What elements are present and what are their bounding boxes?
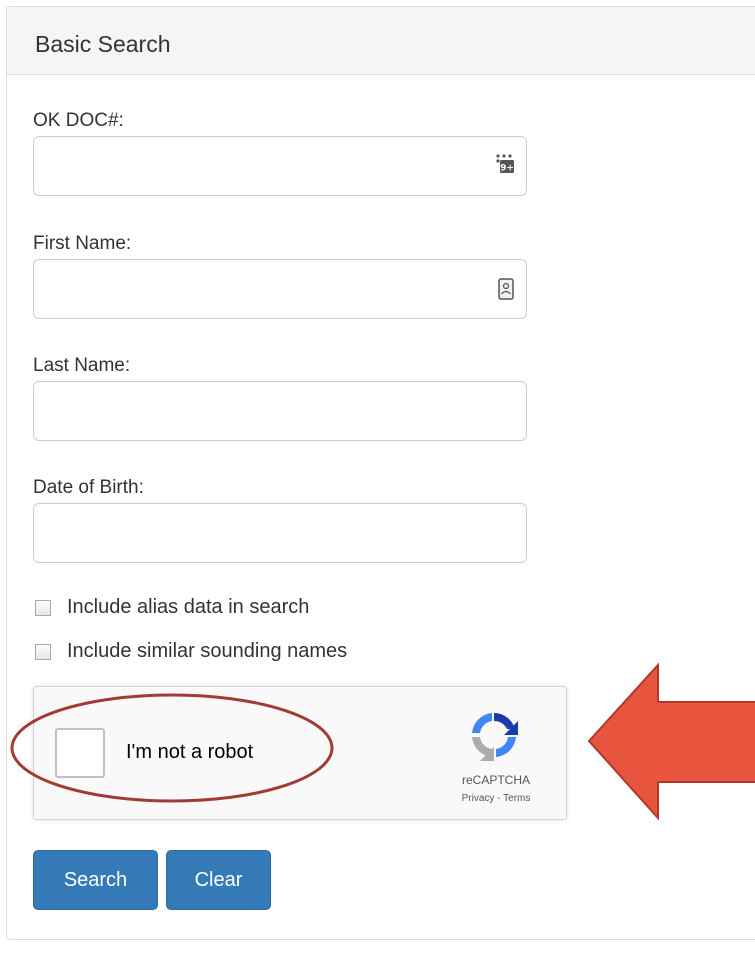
last-name-label: Last Name: bbox=[33, 355, 131, 376]
alias-checkbox[interactable] bbox=[35, 599, 51, 616]
dob-label: Date of Birth: bbox=[33, 477, 144, 498]
alias-checkbox-row[interactable]: Include alias data in search bbox=[35, 596, 309, 619]
recaptcha-privacy-terms-link[interactable]: Privacy - Terms bbox=[442, 793, 550, 804]
recaptcha-brand: reCAPTCHA bbox=[461, 773, 530, 787]
first-name-input[interactable] bbox=[33, 259, 527, 319]
last-name-input[interactable] bbox=[33, 381, 527, 441]
panel-title: Basic Search bbox=[35, 31, 171, 57]
search-button[interactable]: Search bbox=[33, 850, 158, 910]
numeric-keypad-icon[interactable]: 9+ bbox=[494, 153, 514, 182]
recaptcha-widget: I'm not a robot reCAPTCHA Privacy - Term… bbox=[33, 686, 567, 820]
recaptcha-label[interactable]: I'm not a robot bbox=[126, 741, 253, 764]
recaptcha-logo-icon bbox=[466, 707, 522, 768]
svg-text:9+: 9+ bbox=[500, 164, 514, 174]
alias-checkbox-label[interactable]: Include alias data in search bbox=[67, 596, 309, 619]
clear-button[interactable]: Clear bbox=[166, 850, 271, 910]
panel-heading: Basic Search bbox=[7, 7, 755, 75]
recaptcha-checkbox[interactable] bbox=[55, 728, 105, 778]
contact-card-icon[interactable] bbox=[498, 278, 514, 305]
dob-input[interactable] bbox=[33, 503, 527, 563]
first-name-label: First Name: bbox=[33, 233, 132, 254]
doc-number-input[interactable]: 9+ bbox=[33, 136, 527, 196]
doc-number-label: OK DOC#: bbox=[33, 110, 124, 131]
soundex-checkbox[interactable] bbox=[35, 643, 51, 660]
soundex-checkbox-row[interactable]: Include similar sounding names bbox=[35, 640, 347, 663]
soundex-checkbox-label[interactable]: Include similar sounding names bbox=[67, 640, 347, 663]
